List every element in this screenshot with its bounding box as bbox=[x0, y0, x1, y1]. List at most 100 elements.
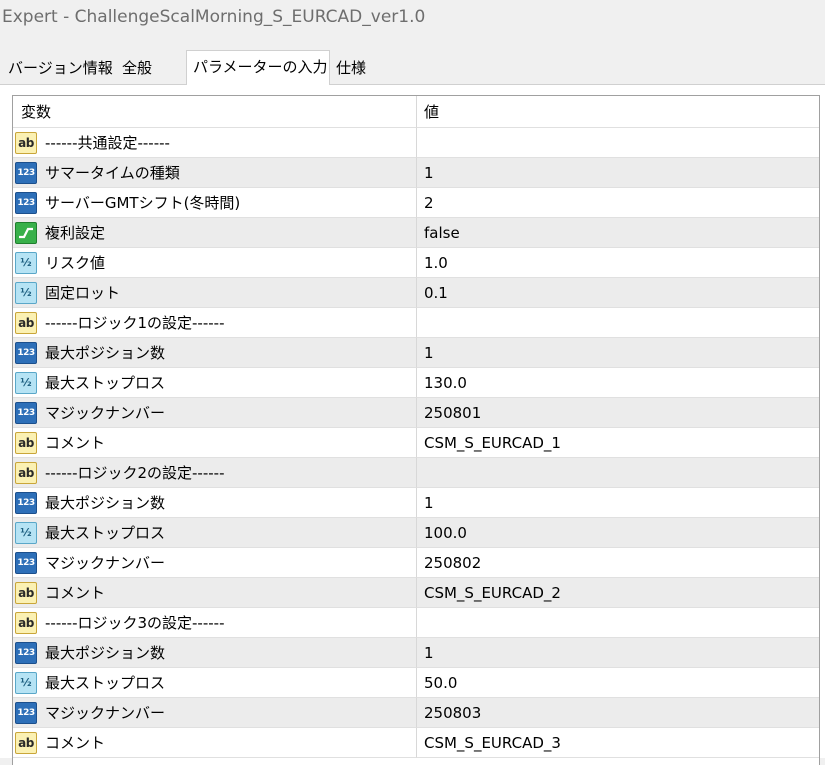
parameter-row[interactable]: ½ 最大ストップロス 50.0 bbox=[13, 668, 819, 698]
grid-rows: ab ------共通設定------ 123 サマータイムの種類 1 123 サーバーGM… bbox=[13, 128, 819, 758]
parameter-name-cell[interactable]: 123 サーバーGMTシフト(冬時間) bbox=[13, 188, 417, 218]
parameter-row[interactable]: ab ------ロジック2の設定------ bbox=[13, 458, 819, 488]
parameter-value[interactable]: 2 bbox=[417, 188, 819, 218]
parameter-name-cell[interactable]: ½ 最大ストップロス bbox=[13, 668, 417, 698]
parameter-value[interactable]: 100.0 bbox=[417, 518, 819, 548]
string-icon: ab bbox=[15, 311, 37, 334]
window-title: Expert - ChallengeScalMorning_S_EURCAD_v… bbox=[0, 0, 825, 36]
parameter-value[interactable] bbox=[417, 128, 819, 158]
parameter-name: リスク値 bbox=[45, 254, 106, 272]
parameter-value[interactable]: 1 bbox=[417, 338, 819, 368]
parameter-value[interactable] bbox=[417, 308, 819, 338]
parameter-row[interactable]: 123 サマータイムの種類 1 bbox=[13, 158, 819, 188]
parameter-name-cell[interactable]: 123 最大ポジション数 bbox=[13, 638, 417, 668]
integer-icon: 123 bbox=[15, 641, 37, 664]
parameter-value[interactable]: CSM_S_EURCAD_3 bbox=[417, 728, 819, 758]
parameter-name-cell[interactable]: 123 マジックナンバー bbox=[13, 398, 417, 428]
integer-icon: 123 bbox=[15, 551, 37, 574]
column-header-value[interactable]: 値 bbox=[417, 96, 819, 128]
parameter-name-cell[interactable]: ab コメント bbox=[13, 428, 417, 458]
parameter-name-cell[interactable]: ab ------ロジック3の設定------ bbox=[13, 608, 417, 638]
parameter-row[interactable]: ab ------共通設定------ bbox=[13, 128, 819, 158]
parameter-name-cell[interactable]: ½ リスク値 bbox=[13, 248, 417, 278]
string-icon: ab bbox=[15, 431, 37, 454]
parameter-row[interactable]: 123 マジックナンバー 250803 bbox=[13, 698, 819, 728]
parameter-name: マジックナンバー bbox=[45, 704, 166, 722]
parameter-row[interactable]: 123 最大ポジション数 1 bbox=[13, 638, 819, 668]
parameter-row[interactable]: ½ リスク値 1.0 bbox=[13, 248, 819, 278]
parameter-row[interactable]: ½ 最大ストップロス 100.0 bbox=[13, 518, 819, 548]
boolean-icon bbox=[15, 221, 37, 244]
parameter-name-cell[interactable]: 123 サマータイムの種類 bbox=[13, 158, 417, 188]
parameter-row[interactable]: ab ------ロジック3の設定------ bbox=[13, 608, 819, 638]
parameter-name: 最大ストップロス bbox=[45, 524, 166, 542]
parameter-value[interactable]: false bbox=[417, 218, 819, 248]
string-icon: ab bbox=[15, 131, 37, 154]
parameter-name: コメント bbox=[45, 584, 106, 602]
parameter-value[interactable]: 50.0 bbox=[417, 668, 819, 698]
parameter-name: マジックナンバー bbox=[45, 554, 166, 572]
parameter-name: 最大ポジション数 bbox=[45, 644, 166, 662]
parameter-name: ------ロジック3の設定------ bbox=[45, 614, 225, 632]
parameter-value[interactable]: 250803 bbox=[417, 698, 819, 728]
parameter-value[interactable] bbox=[417, 458, 819, 488]
double-icon: ½ bbox=[15, 281, 37, 304]
parameter-row[interactable]: ½ 最大ストップロス 130.0 bbox=[13, 368, 819, 398]
parameter-row[interactable]: 123 最大ポジション数 1 bbox=[13, 338, 819, 368]
parameter-name-cell[interactable]: ab ------共通設定------ bbox=[13, 128, 417, 158]
parameter-value[interactable]: CSM_S_EURCAD_1 bbox=[417, 428, 819, 458]
parameter-value[interactable]: 250802 bbox=[417, 548, 819, 578]
parameter-row[interactable]: ab コメント CSM_S_EURCAD_3 bbox=[13, 728, 819, 758]
parameter-row[interactable]: 123 最大ポジション数 1 bbox=[13, 488, 819, 518]
parameter-name-cell[interactable]: 123 マジックナンバー bbox=[13, 548, 417, 578]
double-icon: ½ bbox=[15, 521, 37, 544]
integer-icon: 123 bbox=[15, 161, 37, 184]
parameter-row[interactable]: ab コメント CSM_S_EURCAD_2 bbox=[13, 578, 819, 608]
parameter-name-cell[interactable]: 123 最大ポジション数 bbox=[13, 338, 417, 368]
parameter-name-cell[interactable]: 複利設定 bbox=[13, 218, 417, 248]
parameter-name-cell[interactable]: ab ------ロジック2の設定------ bbox=[13, 458, 417, 488]
parameters-grid: 変数 値 ab ------共通設定------ 123 サマータイムの種類 1 123 サ… bbox=[12, 95, 820, 765]
parameter-value[interactable]: 130.0 bbox=[417, 368, 819, 398]
integer-icon: 123 bbox=[15, 191, 37, 214]
parameter-row[interactable]: 複利設定 false bbox=[13, 218, 819, 248]
parameter-name: 最大ポジション数 bbox=[45, 344, 166, 362]
integer-icon: 123 bbox=[15, 401, 37, 424]
double-icon: ½ bbox=[15, 371, 37, 394]
column-header-variable[interactable]: 変数 bbox=[13, 96, 417, 128]
parameter-name-cell[interactable]: ab コメント bbox=[13, 578, 417, 608]
parameter-row[interactable]: 123 マジックナンバー 250802 bbox=[13, 548, 819, 578]
parameter-name-cell[interactable]: 123 最大ポジション数 bbox=[13, 488, 417, 518]
parameter-name-cell[interactable]: ab ------ロジック1の設定------ bbox=[13, 308, 417, 338]
parameter-name: サーバーGMTシフト(冬時間) bbox=[45, 194, 241, 212]
parameter-name: ------ロジック2の設定------ bbox=[45, 464, 225, 482]
parameter-name-cell[interactable]: ½ 最大ストップロス bbox=[13, 518, 417, 548]
parameter-value[interactable]: 1.0 bbox=[417, 248, 819, 278]
tab-input-parameters[interactable]: パラメーターの入力 bbox=[186, 50, 330, 85]
tab-general[interactable]: 全般 bbox=[116, 53, 186, 84]
parameter-row[interactable]: ab コメント CSM_S_EURCAD_1 bbox=[13, 428, 819, 458]
parameter-row[interactable]: 123 マジックナンバー 250801 bbox=[13, 398, 819, 428]
parameter-value[interactable]: 250801 bbox=[417, 398, 819, 428]
parameter-name: コメント bbox=[45, 434, 106, 452]
parameter-name: ------ロジック1の設定------ bbox=[45, 314, 225, 332]
parameter-row[interactable]: ½ 固定ロット 0.1 bbox=[13, 278, 819, 308]
parameter-name: マジックナンバー bbox=[45, 404, 166, 422]
parameter-name-cell[interactable]: ½ 最大ストップロス bbox=[13, 368, 417, 398]
parameter-value[interactable]: 1 bbox=[417, 158, 819, 188]
parameter-value[interactable]: 1 bbox=[417, 638, 819, 668]
parameter-name-cell[interactable]: ab コメント bbox=[13, 728, 417, 758]
parameter-name: 最大ストップロス bbox=[45, 674, 166, 692]
parameter-row[interactable]: 123 サーバーGMTシフト(冬時間) 2 bbox=[13, 188, 819, 218]
parameter-row[interactable]: ab ------ロジック1の設定------ bbox=[13, 308, 819, 338]
parameter-name-cell[interactable]: 123 マジックナンバー bbox=[13, 698, 417, 728]
parameter-value[interactable]: 0.1 bbox=[417, 278, 819, 308]
parameter-value[interactable]: CSM_S_EURCAD_2 bbox=[417, 578, 819, 608]
string-icon: ab bbox=[15, 611, 37, 634]
parameter-value[interactable] bbox=[417, 608, 819, 638]
parameter-value[interactable]: 1 bbox=[417, 488, 819, 518]
tab-version-info[interactable]: バージョン情報 bbox=[2, 53, 116, 84]
parameter-name-cell[interactable]: ½ 固定ロット bbox=[13, 278, 417, 308]
tab-specification[interactable]: 仕様 bbox=[330, 53, 400, 84]
parameter-name: 複利設定 bbox=[45, 224, 106, 242]
